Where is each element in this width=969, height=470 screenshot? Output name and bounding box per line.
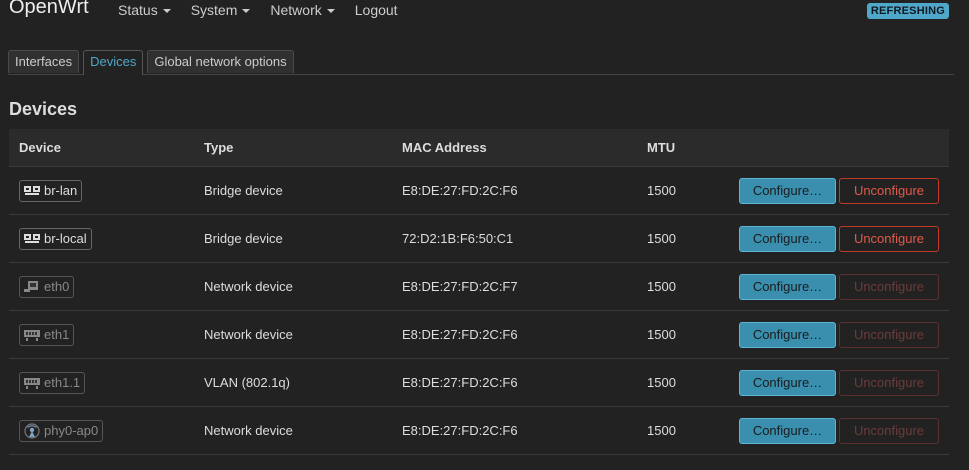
bridge-icon [23, 184, 41, 198]
unconfigure-button[interactable]: Unconfigure [839, 225, 939, 252]
unconfigure-button: Unconfigure [839, 369, 939, 396]
configure-button[interactable]: Configure… [739, 273, 836, 300]
device-name: br-local [44, 230, 87, 246]
device-mtu: 1500 [647, 231, 676, 246]
unconfigure-button[interactable]: Unconfigure [839, 177, 939, 204]
devices-table: Device Type MAC Address MTU br-lan Bridg… [9, 129, 949, 455]
configure-button[interactable]: Configure… [739, 225, 836, 252]
switch-icon [23, 376, 41, 390]
main-nav: Status System Network Logout [118, 2, 418, 18]
table-row: eth1.1 VLAN (802.1q) E8:DE:27:FD:2C:F6 1… [9, 359, 949, 407]
device-mtu: 1500 [647, 423, 676, 438]
table-row: phy0-ap0 Network device E8:DE:27:FD:2C:F… [9, 407, 949, 455]
col-mtu: MTU [647, 140, 676, 155]
col-mac: MAC Address [402, 140, 487, 155]
configure-button[interactable]: Configure… [739, 177, 836, 204]
chevron-down-icon [162, 9, 171, 14]
device-badge-eth1[interactable]: eth1 [19, 323, 75, 346]
tab-interfaces[interactable]: Interfaces [8, 50, 80, 73]
device-type: Network device [204, 279, 293, 294]
nav-system-label: System [190, 2, 238, 18]
device-type: Bridge device [204, 231, 283, 246]
brand-logo[interactable]: OpenWrt [9, 0, 89, 19]
top-navbar: OpenWrt Status System Network Logout REF… [0, 0, 969, 38]
device-name: br-lan [44, 182, 78, 198]
nav-system[interactable]: System [191, 2, 251, 18]
configure-button[interactable]: Configure… [739, 369, 836, 396]
tab-global-network-options[interactable]: Global network options [147, 50, 294, 73]
col-device: Device [19, 140, 61, 155]
device-mtu: 1500 [647, 327, 676, 342]
refreshing-badge[interactable]: REFRESHING [866, 3, 949, 19]
device-name: eth0 [44, 278, 70, 294]
device-mac: E8:DE:27:FD:2C:F6 [402, 183, 518, 198]
table-header: Device Type MAC Address MTU [9, 129, 949, 167]
device-name: phy0-ap0 [44, 422, 99, 438]
table-row: br-local Bridge device 72:D2:1B:F6:50:C1… [9, 215, 949, 263]
nav-status[interactable]: Status [118, 2, 171, 18]
chevron-down-icon [326, 9, 335, 14]
page-title: Devices [9, 99, 78, 119]
device-name: eth1.1 [44, 374, 81, 390]
device-mtu: 1500 [647, 183, 676, 198]
table-row: eth1 Network device E8:DE:27:FD:2C:F6 15… [9, 311, 949, 359]
unconfigure-button: Unconfigure [839, 321, 939, 348]
tab-bar: Interfaces Devices Global network option… [8, 50, 954, 75]
device-badge-br-local[interactable]: br-local [19, 227, 92, 250]
nav-network-label: Network [270, 2, 322, 18]
table-row: br-lan Bridge device E8:DE:27:FD:2C:F6 1… [9, 167, 949, 215]
nav-logout-label: Logout [354, 2, 398, 18]
device-mtu: 1500 [647, 279, 676, 294]
device-mac: E8:DE:27:FD:2C:F6 [402, 423, 518, 438]
device-name: eth1 [44, 326, 70, 342]
ethernet-port-icon [23, 280, 41, 294]
bridge-icon [23, 232, 41, 246]
device-mac: E8:DE:27:FD:2C:F6 [402, 327, 518, 342]
device-badge-eth1-1[interactable]: eth1.1 [19, 371, 86, 394]
chevron-down-icon [242, 9, 251, 14]
device-type: VLAN (802.1q) [204, 375, 290, 390]
unconfigure-button: Unconfigure [839, 273, 939, 300]
device-type: Network device [204, 423, 293, 438]
device-type: Network device [204, 327, 293, 342]
device-mac: E8:DE:27:FD:2C:F7 [402, 279, 518, 294]
nav-network[interactable]: Network [270, 2, 335, 18]
tab-devices[interactable]: Devices [83, 50, 144, 75]
device-mtu: 1500 [647, 375, 676, 390]
nav-logout[interactable]: Logout [355, 2, 398, 18]
nav-status-label: Status [118, 2, 158, 18]
wifi-icon [23, 422, 41, 439]
device-type: Bridge device [204, 183, 283, 198]
device-badge-eth0[interactable]: eth0 [19, 275, 75, 298]
device-badge-phy0-ap0[interactable]: phy0-ap0 [19, 419, 104, 442]
configure-button[interactable]: Configure… [739, 321, 836, 348]
device-mac: E8:DE:27:FD:2C:F6 [402, 375, 518, 390]
device-mac: 72:D2:1B:F6:50:C1 [402, 231, 514, 246]
configure-button[interactable]: Configure… [739, 417, 836, 444]
unconfigure-button: Unconfigure [839, 417, 939, 444]
table-row: eth0 Network device E8:DE:27:FD:2C:F7 15… [9, 263, 949, 311]
col-type: Type [204, 140, 234, 155]
device-badge-br-lan[interactable]: br-lan [19, 179, 83, 202]
switch-icon [23, 328, 41, 342]
